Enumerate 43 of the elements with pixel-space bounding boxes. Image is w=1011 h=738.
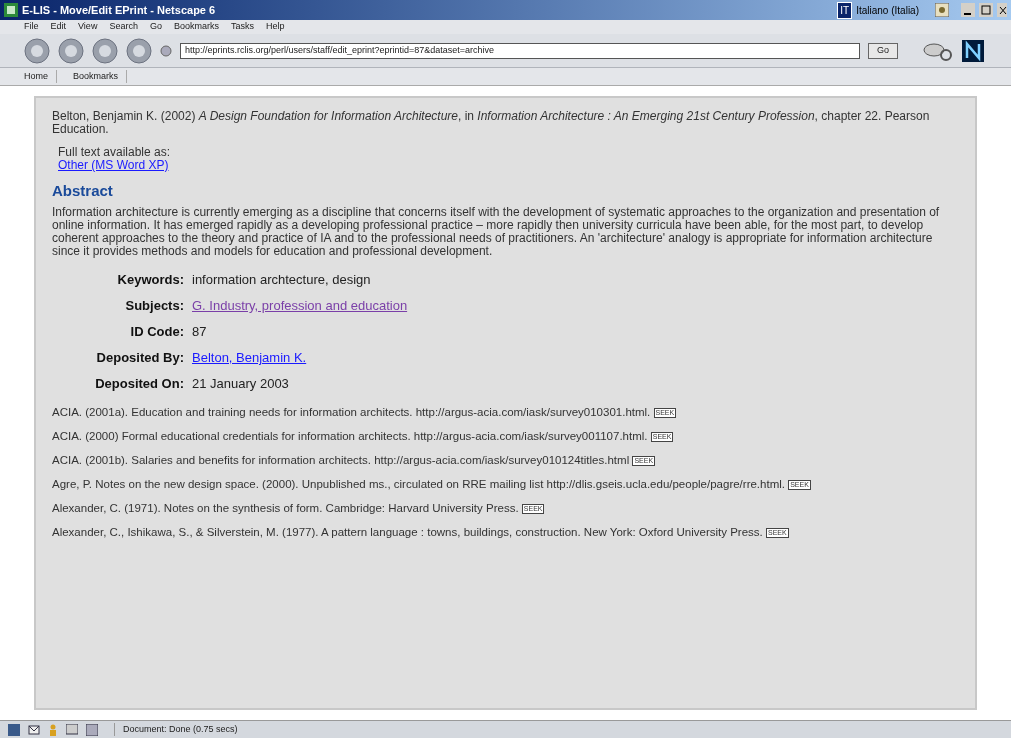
field-label: Deposited By:	[95, 350, 184, 366]
document-link[interactable]: Other (MS Word XP)	[58, 159, 169, 172]
app-icon	[4, 3, 18, 17]
reload-icon[interactable]	[92, 37, 118, 64]
field-value: 87	[192, 324, 207, 340]
address-field[interactable]: http://eprints.rclis.org/perl/users/staff/edit_eprint?eprintid=87&dataset=archive	[180, 42, 860, 59]
mail-icon[interactable]	[28, 723, 40, 736]
full-text-label: Full text available as:	[58, 146, 172, 159]
field-label: ID Code:	[129, 324, 184, 340]
menu-item[interactable]: Go	[149, 20, 162, 34]
menu-item[interactable]: Tasks	[230, 20, 254, 34]
menu-item[interactable]: Edit	[50, 20, 67, 34]
menu-item[interactable]: View	[78, 20, 98, 34]
menu-item[interactable]: Bookmarks	[173, 20, 219, 34]
stop-icon[interactable]	[126, 37, 152, 64]
field-link[interactable]: G. Industry, profession and education	[192, 298, 408, 314]
field-label: Deposited On:	[94, 376, 184, 392]
language-label: Italiano (Italia)	[856, 3, 919, 18]
field-link[interactable]: Belton, Benjamin K.	[192, 350, 307, 366]
menu-item[interactable]: Search	[109, 20, 138, 34]
abstract-text: Information architecture is currently emerging as a discipline that concerns itself with the development of systematic approaches to the organization and presentation of online information. It has emerged rapidly as a developing professional practice – more rapidly then university curricula have been able, for the most part, to develop coherent approaches to the theory and practice of IA and to the professional needs of practitioners. An 'architecture' analogy is appropriate for information architecture since it provides methods and models for education and professional development.	[52, 206, 941, 258]
minimize-icon[interactable]	[961, 3, 975, 17]
field-label: Subjects:	[124, 298, 184, 314]
abstract-heading: Abstract	[52, 182, 114, 200]
page-icon	[160, 44, 172, 57]
bookmark-button[interactable]: Home	[16, 69, 57, 84]
status-text: Document: Done (0.75 secs)	[114, 722, 238, 737]
menu-item[interactable]: File	[24, 20, 39, 34]
go-button[interactable]: Go	[868, 42, 898, 59]
netscape-logo	[962, 39, 984, 62]
language-code: IT	[837, 1, 853, 19]
field-value: 21 January 2003	[192, 376, 289, 392]
field-value: information archtecture, design	[192, 272, 371, 288]
menu-item[interactable]: Help	[265, 20, 285, 34]
help-icon[interactable]	[935, 3, 949, 17]
forward-icon[interactable]	[58, 37, 84, 64]
maximize-icon[interactable]	[979, 3, 993, 17]
citation: Belton, Benjamin K. (2002) A Design Foundation for Information Architecture, in Information Architecture : An Emerging 21st Century Profession, chapter 22. Pearson Education.	[52, 110, 931, 136]
bookmark-button[interactable]: Bookmarks	[65, 69, 128, 84]
window-title: E-LIS - Move/Edit EPrint - Netscape 6	[22, 2, 216, 18]
field-label: Keywords:	[116, 272, 184, 288]
close-icon[interactable]	[997, 3, 1007, 17]
back-icon[interactable]	[24, 37, 50, 64]
